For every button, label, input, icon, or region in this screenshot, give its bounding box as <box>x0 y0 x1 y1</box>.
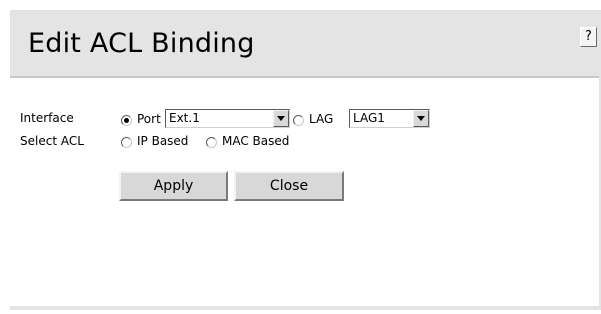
edit-acl-binding-dialog: Edit ACL Binding ? Interface Port Ext.1 … <box>10 10 601 310</box>
chevron-down-icon[interactable] <box>413 110 429 127</box>
help-button[interactable]: ? <box>580 27 597 47</box>
apply-button[interactable]: Apply <box>119 171 228 201</box>
interface-label: Interface <box>20 111 74 125</box>
ip-based-radio[interactable] <box>121 137 132 148</box>
ip-based-radio-label: IP Based <box>137 134 189 148</box>
lag-radio[interactable] <box>293 115 304 126</box>
page-title: Edit ACL Binding <box>28 28 255 59</box>
close-button[interactable]: Close <box>234 171 344 201</box>
lag-select[interactable]: LAG1 <box>349 109 430 128</box>
form-panel: Interface Port Ext.1 LAG LAG1 Select ACL… <box>10 76 599 306</box>
dialog-header: Edit ACL Binding ? <box>10 10 601 76</box>
help-icon: ? <box>585 29 592 44</box>
port-select[interactable]: Ext.1 <box>165 109 290 128</box>
mac-based-radio-label: MAC Based <box>222 134 290 148</box>
lag-select-value: LAG1 <box>353 111 385 125</box>
port-radio[interactable] <box>121 115 132 126</box>
select-acl-label: Select ACL <box>20 134 84 148</box>
mac-based-radio[interactable] <box>206 137 217 148</box>
port-select-value: Ext.1 <box>169 111 200 125</box>
port-radio-label: Port <box>137 112 161 126</box>
chevron-down-icon[interactable] <box>273 110 289 127</box>
lag-radio-label: LAG <box>309 112 334 126</box>
